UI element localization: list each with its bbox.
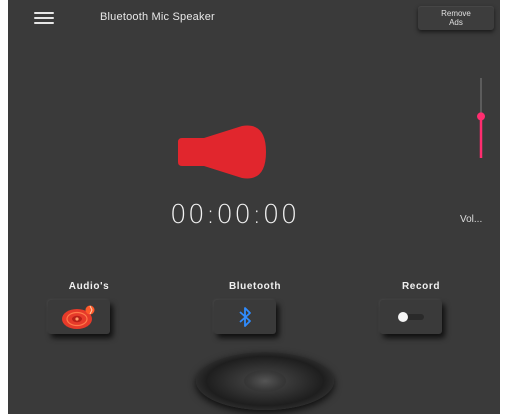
speaker-icon [178, 125, 266, 179]
timer-display: 00:00:00 [170, 200, 299, 230]
audios-button[interactable] [48, 300, 110, 334]
app-screen: Bluetooth Mic Speaker Remove Ads 00:00:0… [8, 0, 500, 414]
top-bar: Bluetooth Mic Speaker Remove Ads [8, 0, 500, 36]
remove-ads-label-line2: Ads [449, 18, 463, 27]
bluetooth-icon [239, 307, 251, 327]
volume-label: Vol... [460, 214, 483, 225]
menu-line [34, 12, 54, 14]
record-label: Record [401, 281, 441, 292]
remove-ads-button[interactable]: Remove Ads [418, 6, 494, 30]
app-title: Bluetooth Mic Speaker [100, 11, 215, 23]
volume-slider[interactable] [474, 78, 488, 158]
remove-ads-label-line1: Remove [441, 9, 471, 18]
audio-disc-icon [62, 305, 95, 329]
bluetooth-button[interactable] [214, 300, 276, 334]
menu-line [34, 22, 54, 24]
speaker-cone-button[interactable] [196, 352, 334, 410]
menu-line [34, 17, 54, 19]
hamburger-menu-icon[interactable] [34, 12, 54, 24]
record-button[interactable] [380, 300, 442, 334]
volume-thumb [477, 112, 485, 121]
bluetooth-label: Bluetooth [228, 281, 282, 292]
speaker-cone-center [244, 370, 286, 392]
audios-label: Audio's [68, 281, 110, 292]
record-toggle-icon [398, 312, 424, 322]
